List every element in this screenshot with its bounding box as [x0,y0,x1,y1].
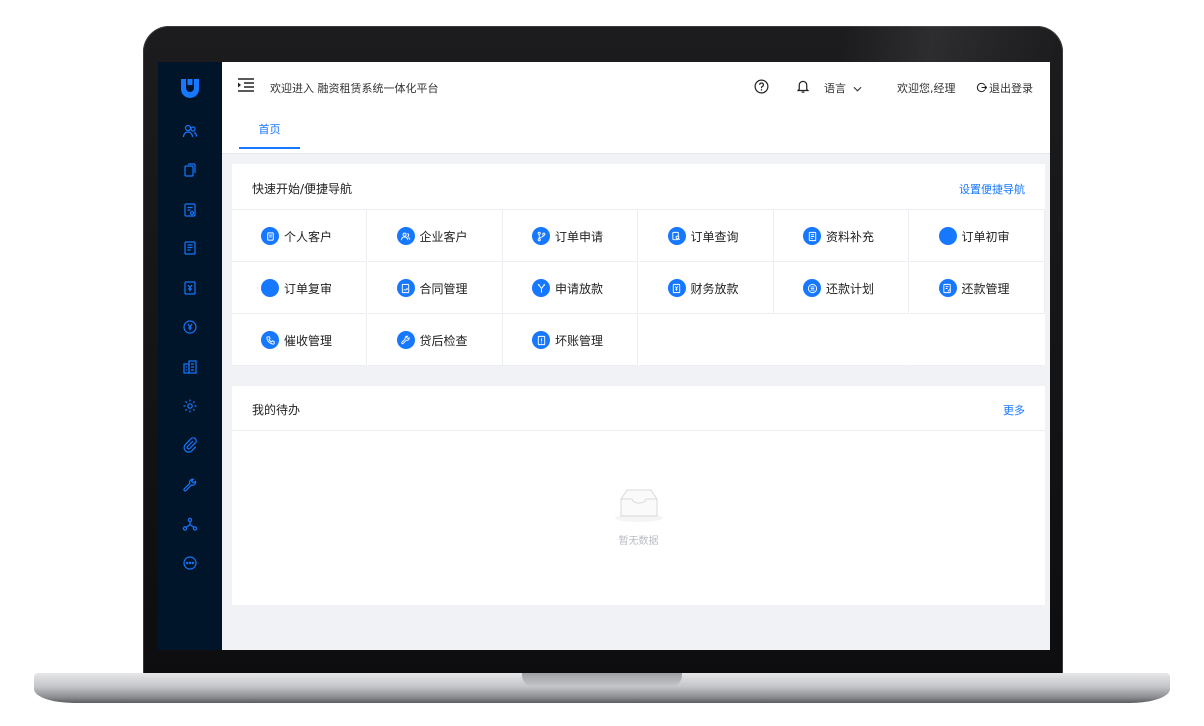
language-label: 语言 [824,82,846,95]
help-icon[interactable] [754,79,769,94]
branch-icon [532,227,550,245]
quick-nav-item[interactable]: 申请放款 [503,262,638,314]
users-icon [396,227,415,245]
quick-nav-empty-cell [774,314,909,366]
phone-icon [261,331,279,349]
sidebar-doc-check-icon[interactable] [180,200,200,220]
app-screen: 欢迎进入 融资租赁系统一体化平台 语言 欢迎您,经理 退出登录 首页 快速开始/… [158,62,1050,650]
quick-nav-item[interactable]: 资料补充 [774,210,909,262]
quick-nav-item[interactable]: 企业客户 [367,210,503,262]
sidebar-paperclip-icon[interactable] [180,435,200,455]
quick-nav-item-label: 个人客户 [284,230,333,244]
sidebar-building-icon[interactable] [180,357,200,377]
quick-nav-panel: 快速开始/便捷导航 设置便捷导航 个人客户 企业客户 订单申请 订单查询 资料补充 订单初… [232,164,1045,366]
sidebar-gear-icon[interactable] [180,396,200,416]
quick-nav-item[interactable]: 还款管理 [909,262,1045,314]
todo-title: 我的待办 [252,403,301,417]
quick-nav-empty-cell [909,314,1045,366]
empty-text: 暂无数据 [618,536,659,547]
quick-nav-item-label: 还款计划 [826,282,875,296]
top-header: 欢迎进入 融资租赁系统一体化平台 语言 欢迎您,经理 退出登录 [222,62,1050,113]
quick-nav-item-label: 申请放款 [555,282,604,296]
logout-label: 退出登录 [989,82,1033,95]
quick-nav-item-label: 贷后检查 [419,334,468,348]
quick-nav-item[interactable]: 坏账管理 [503,314,638,366]
welcome-title: 欢迎进入 融资租赁系统一体化平台 [270,82,439,95]
sidebar-network-icon[interactable] [180,514,200,534]
doc-alert-icon [532,331,550,349]
edit-doc-icon [938,279,957,297]
wrench-icon [396,331,415,349]
quick-nav-item[interactable]: 催收管理 [232,314,367,366]
sidebar [158,62,222,650]
quick-nav-item[interactable]: 订单查询 [638,210,774,262]
document-icon [261,227,279,245]
quick-nav-item[interactable]: 合同管理 [367,262,503,314]
logout-icon [976,82,988,93]
sidebar-users-icon[interactable] [180,121,200,141]
quick-nav-item-label: 订单初审 [961,230,1010,244]
search-doc-icon [667,227,686,245]
quick-nav-item[interactable]: 个人客户 [232,210,367,262]
user-greeting[interactable]: 欢迎您,经理 [897,80,956,96]
page-tabs: 首页 [222,112,1050,154]
app-logo [181,79,199,98]
bell-icon[interactable] [796,79,810,94]
quick-nav-item[interactable]: 订单初审 [909,210,1045,262]
sidebar-doc-money-icon[interactable] [180,278,200,298]
todo-more-link[interactable]: 更多 [1003,402,1025,418]
quick-nav-title: 快速开始/便捷导航 [252,182,353,196]
empty-inbox-icon [615,489,663,522]
quick-nav-item[interactable]: 财务放款 [638,262,774,314]
quick-nav-item-label: 企业客户 [419,230,468,244]
quick-nav-item-label: 资料补充 [826,230,875,244]
quick-nav-item-label: 订单复审 [284,282,333,296]
logout-button[interactable]: 退出登录 [976,80,1033,96]
money-doc-icon [667,279,686,297]
quick-nav-settings-link[interactable]: 设置便捷导航 [959,181,1025,197]
sidebar-yen-icon[interactable] [180,317,200,337]
chevron-down-icon [853,86,861,92]
quick-nav-item-label: 订单申请 [555,230,604,244]
todo-panel: 我的待办 更多 暂无数据 [232,386,1045,605]
quick-nav-item[interactable]: 贷后检查 [367,314,503,366]
tab-home[interactable]: 首页 [239,112,300,149]
todo-divider [232,430,1045,431]
quick-nav-item-label: 还款管理 [961,282,1010,296]
quick-nav-grid: 个人客户 企业客户 订单申请 订单查询 资料补充 订单初审订单复审 合同管理 申请放款 财务放款… [232,209,1045,366]
sidebar-more-icon[interactable] [180,553,200,573]
contract-icon [396,279,415,297]
list-icon [803,279,821,297]
quick-nav-item[interactable]: 订单复审 [232,262,367,314]
doc-add-icon [803,227,821,245]
split-icon [532,279,550,297]
quick-nav-item[interactable]: 订单申请 [503,210,638,262]
quick-nav-item-label: 财务放款 [690,282,739,296]
blank-circle-icon [938,227,957,245]
quick-nav-item-label: 坏账管理 [555,334,604,348]
blank-circle-icon [261,279,279,297]
quick-nav-empty-cell [638,314,774,366]
quick-nav-item[interactable]: 还款计划 [774,262,909,314]
sidebar-wrench-icon[interactable] [180,475,200,495]
laptop-notch [522,673,682,687]
sidebar-copy-icon[interactable] [180,160,200,180]
sidebar-doc-list-icon[interactable] [180,238,200,258]
quick-nav-item-label: 订单查询 [690,230,739,244]
bezel-glare [843,26,1063,66]
quick-nav-item-label: 催收管理 [284,334,333,348]
menu-fold-icon[interactable] [237,78,255,92]
language-select[interactable]: 语言 [824,80,862,96]
quick-nav-item-label: 合同管理 [419,282,468,296]
